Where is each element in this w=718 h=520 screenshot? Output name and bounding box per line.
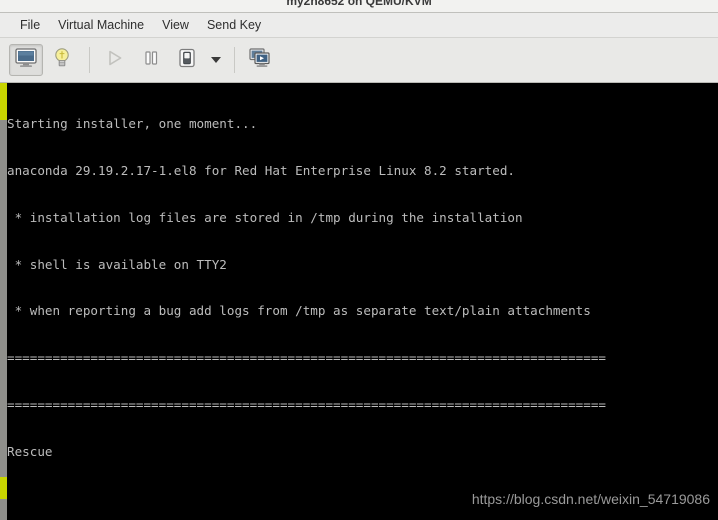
console-scrollbar[interactable] [0, 83, 7, 520]
console-text: Starting installer, one moment... anacon… [7, 83, 718, 520]
monitor-console-icon [15, 47, 37, 73]
chevron-down-icon [211, 57, 221, 63]
console-separator-line: ========================================… [7, 396, 606, 412]
console-line: anaconda 29.19.2.17-1.el8 for Red Hat En… [7, 162, 515, 178]
details-view-button[interactable] [45, 44, 79, 76]
power-switch-icon [177, 47, 197, 74]
toolbar-separator-2 [234, 47, 235, 73]
shutdown-button[interactable] [170, 44, 204, 76]
menu-bar: File Virtual Machine View Send Key [0, 13, 718, 38]
run-button[interactable] [98, 44, 132, 76]
console-view-button[interactable] [9, 44, 43, 76]
menu-virtual-machine[interactable]: Virtual Machine [49, 16, 153, 34]
play-run-icon [106, 49, 124, 72]
pause-button[interactable] [134, 44, 168, 76]
console-line: * shell is available on TTY2 [7, 256, 227, 272]
virt-manager-window: my2n8652 on QEMU/KVM File Virtual Machin… [0, 0, 718, 520]
scrollbar-thumb-bottom[interactable] [0, 477, 7, 499]
scrollbar-thumb-top[interactable] [0, 83, 7, 120]
snapshot-screens-icon [249, 47, 271, 73]
window-title: my2n8652 on QEMU/KVM [286, 0, 432, 8]
console-line: Starting installer, one moment... [7, 116, 258, 132]
title-bar: my2n8652 on QEMU/KVM [0, 0, 718, 13]
pause-icon [143, 49, 159, 72]
console-separator-line: ========================================… [7, 350, 606, 366]
console-section-title: Rescue [7, 443, 53, 459]
toolbar-separator-1 [89, 47, 90, 73]
shutdown-options-dropdown[interactable] [206, 44, 226, 76]
menu-view[interactable]: View [153, 16, 198, 34]
lightbulb-details-icon [53, 47, 71, 74]
console-line: * when reporting a bug add logs from /tm… [7, 303, 591, 319]
toolbar [0, 38, 718, 83]
console-line: * installation log files are stored in /… [7, 209, 523, 225]
watermark-text: https://blog.csdn.net/weixin_54719086 [471, 491, 710, 507]
snapshots-button[interactable] [243, 44, 277, 76]
menu-file[interactable]: File [11, 16, 49, 34]
menu-send-key[interactable]: Send Key [198, 16, 270, 34]
vm-console[interactable]: Starting installer, one moment... anacon… [0, 83, 718, 520]
